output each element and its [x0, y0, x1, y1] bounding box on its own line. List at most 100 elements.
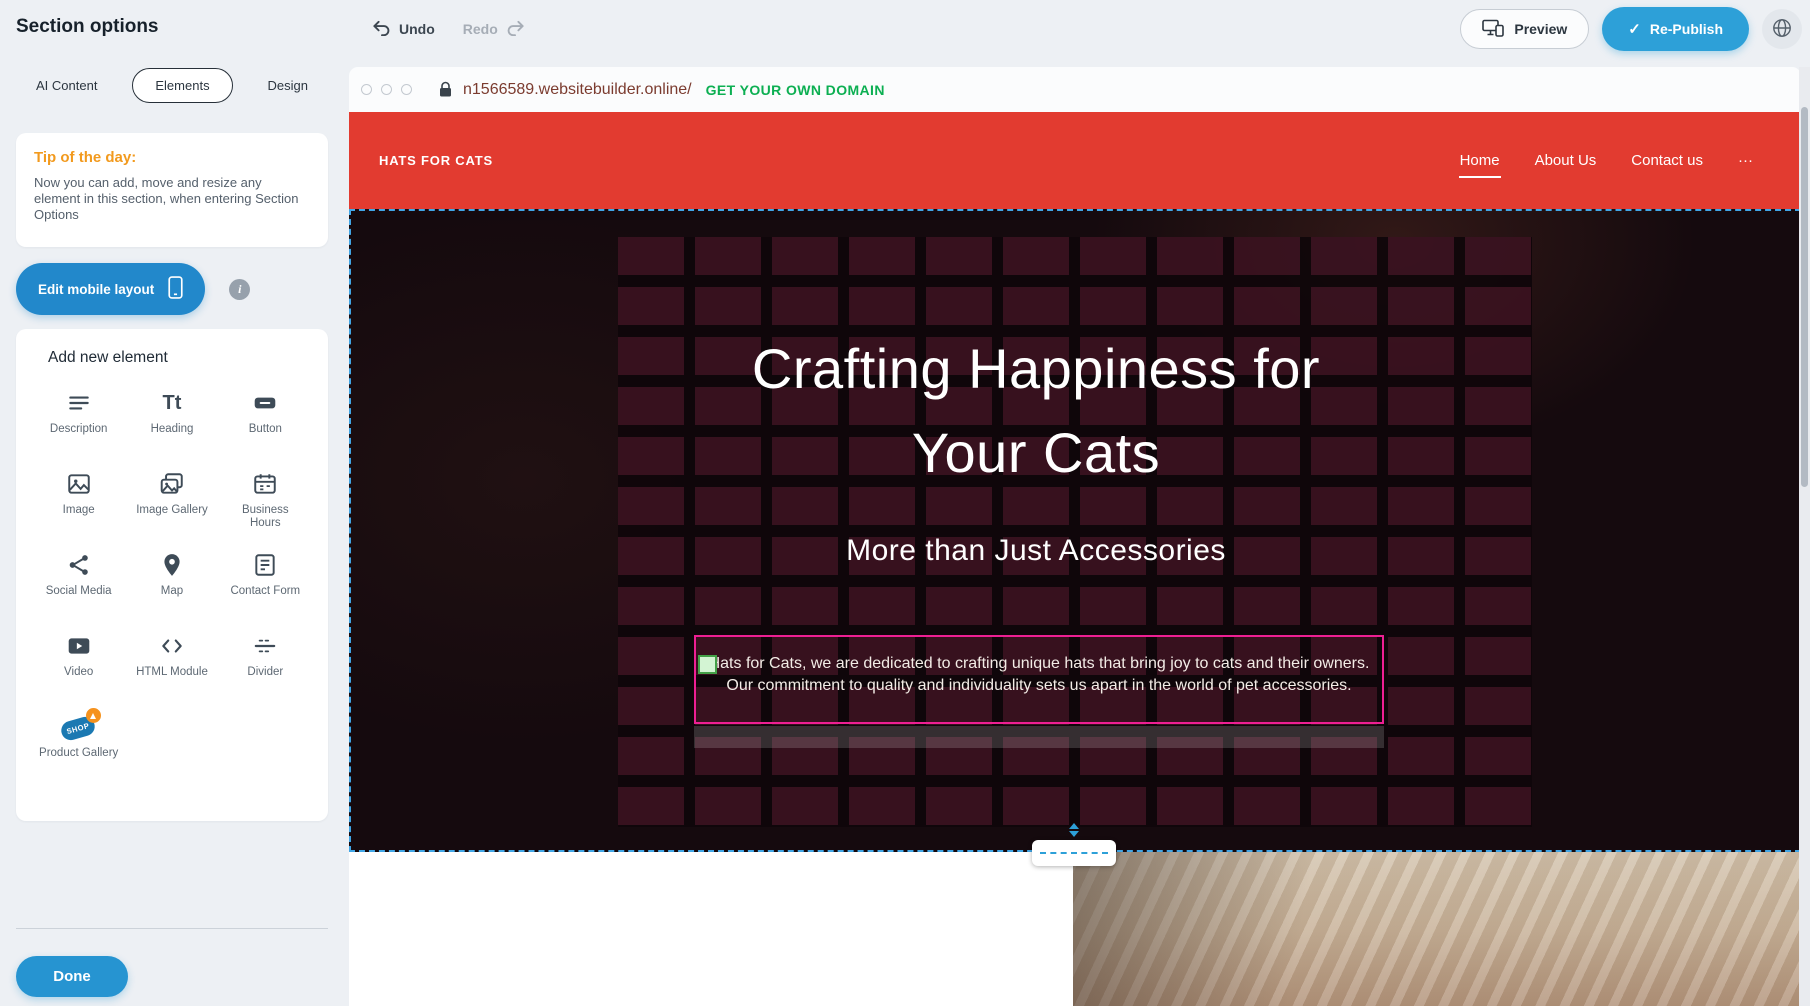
upgrade-badge-icon	[86, 708, 101, 723]
site-url: n1566589.websitebuilder.online/	[463, 81, 692, 99]
lock-icon	[438, 81, 453, 98]
add-element-panel: Add new element Description Tt Heading	[16, 329, 328, 821]
nav-item-about-us[interactable]: About Us	[1533, 146, 1599, 175]
edit-mobile-layout-button[interactable]: Edit mobile layout	[16, 263, 205, 315]
hero-body-line1: Hats for Cats, we are dedicated to craft…	[704, 653, 1374, 675]
window-dot	[381, 84, 392, 95]
tab-elements[interactable]: Elements	[132, 68, 232, 103]
element-item-description[interactable]: Description	[32, 379, 125, 460]
republish-button[interactable]: ✓ Re-Publish	[1602, 7, 1749, 51]
image-gallery-icon	[159, 469, 185, 499]
element-resize-handle[interactable]	[698, 655, 717, 674]
element-label: Product Gallery	[39, 747, 118, 760]
redo-label: Redo	[463, 21, 498, 37]
selected-text-element[interactable]: Hats for Cats, we are dedicated to craft…	[694, 635, 1384, 724]
window-dot	[361, 84, 372, 95]
social-media-icon	[66, 550, 92, 580]
hero-title-line2: Your Cats	[349, 411, 1723, 495]
element-label: Heading	[151, 423, 194, 436]
hero-title: Crafting Happiness for Your Cats	[349, 327, 1723, 495]
hero-subtitle: More than Just Accessories	[349, 534, 1723, 568]
element-label: Social Media	[46, 585, 112, 598]
element-label: Image Gallery	[136, 504, 208, 517]
element-label: Business Hours	[225, 504, 305, 530]
element-item-html-module[interactable]: HTML Module	[125, 622, 218, 703]
window-dot	[401, 84, 412, 95]
website-builder-app: Section options Undo Redo Preview	[0, 0, 1810, 1006]
nav-item-home[interactable]: Home	[1458, 146, 1502, 175]
element-hover-strip	[694, 726, 1384, 748]
history-controls: Undo Redo	[372, 0, 525, 58]
window-control-dots	[361, 84, 412, 95]
element-item-social-media[interactable]: Social Media	[32, 541, 125, 622]
language-button[interactable]	[1762, 9, 1802, 49]
hero-body-line2: Our commitment to quality and individual…	[704, 675, 1374, 697]
element-item-button[interactable]: Button	[219, 379, 312, 460]
tip-title: Tip of the day:	[34, 149, 310, 166]
heading-icon: Tt	[163, 388, 182, 418]
nav-more-button[interactable]: ···	[1736, 146, 1755, 175]
element-label: Image	[63, 504, 95, 517]
edit-mobile-label: Edit mobile layout	[38, 282, 154, 297]
element-item-video[interactable]: Video	[32, 622, 125, 703]
tip-of-the-day-card: Tip of the day: Now you can add, move an…	[16, 133, 328, 247]
nav-item-contact-us[interactable]: Contact us	[1629, 146, 1705, 175]
done-button[interactable]: Done	[16, 956, 128, 997]
tip-body: Now you can add, move and resize any ele…	[34, 175, 310, 223]
site-logo[interactable]: HATS FOR CATS	[379, 112, 493, 209]
mobile-layout-row: Edit mobile layout i	[16, 263, 250, 315]
element-label: Button	[249, 423, 282, 436]
description-icon	[66, 388, 92, 418]
element-label: Contact Form	[230, 585, 300, 598]
page-title: Section options	[16, 16, 159, 38]
tab-design[interactable]: Design	[266, 69, 310, 102]
pavement-photo	[1073, 852, 1801, 1006]
section-options-sidebar: AI Content Elements Design Tip of the da…	[0, 58, 347, 1006]
get-your-own-domain-link[interactable]: GET YOUR OWN DOMAIN	[706, 82, 885, 98]
browser-chrome-bar: n1566589.websitebuilder.online/ GET YOUR…	[349, 67, 1801, 112]
top-toolbar: Section options Undo Redo Preview	[0, 0, 1810, 58]
undo-button[interactable]: Undo	[372, 20, 435, 39]
map-icon	[159, 550, 185, 580]
element-item-image-gallery[interactable]: Image Gallery	[125, 460, 218, 541]
republish-label: Re-Publish	[1650, 21, 1723, 37]
topbar-actions: Preview ✓ Re-Publish	[1460, 0, 1802, 58]
redo-icon	[506, 20, 525, 39]
sidebar-tabs: AI Content Elements Design	[16, 68, 328, 103]
devices-icon	[1482, 19, 1504, 40]
element-item-divider[interactable]: Divider	[219, 622, 312, 703]
sidebar-divider	[16, 928, 328, 929]
site-nav: Home About Us Contact us ···	[1458, 112, 1755, 209]
resize-arrows-icon	[1069, 823, 1079, 837]
tab-ai-content[interactable]: AI Content	[34, 69, 99, 102]
element-item-product-gallery[interactable]: SHOP Product Gallery	[32, 703, 125, 784]
section-height-resize-handle[interactable]	[1032, 840, 1116, 866]
preview-label: Preview	[1514, 21, 1567, 37]
button-icon	[252, 388, 278, 418]
vertical-scrollbar[interactable]	[1799, 67, 1810, 1006]
redo-button[interactable]: Redo	[463, 20, 525, 39]
preview-button[interactable]: Preview	[1460, 9, 1589, 49]
hero-section-selected[interactable]: Crafting Happiness for Your Cats More th…	[349, 209, 1801, 852]
image-icon	[66, 469, 92, 499]
site-preview-area: n1566589.websitebuilder.online/ GET YOUR…	[349, 67, 1801, 1006]
product-gallery-icon: SHOP	[59, 713, 99, 741]
next-section	[349, 852, 1801, 1006]
scrollbar-thumb[interactable]	[1801, 107, 1808, 487]
add-element-title: Add new element	[48, 349, 312, 367]
element-item-business-hours[interactable]: Business Hours	[219, 460, 312, 541]
site-header: HATS FOR CATS Home About Us Contact us ·…	[349, 112, 1801, 209]
html-module-icon	[159, 631, 185, 661]
element-item-heading[interactable]: Tt Heading	[125, 379, 218, 460]
element-item-contact-form[interactable]: Contact Form	[219, 541, 312, 622]
info-icon[interactable]: i	[229, 279, 250, 300]
element-label: HTML Module	[136, 666, 208, 679]
element-label: Description	[50, 423, 108, 436]
video-icon	[66, 631, 92, 661]
element-item-image[interactable]: Image	[32, 460, 125, 541]
element-label: Video	[64, 666, 93, 679]
globe-icon	[1771, 17, 1793, 42]
hero-title-line1: Crafting Happiness for	[349, 327, 1723, 411]
element-item-map[interactable]: Map	[125, 541, 218, 622]
hero-content: Crafting Happiness for Your Cats More th…	[349, 209, 1723, 852]
